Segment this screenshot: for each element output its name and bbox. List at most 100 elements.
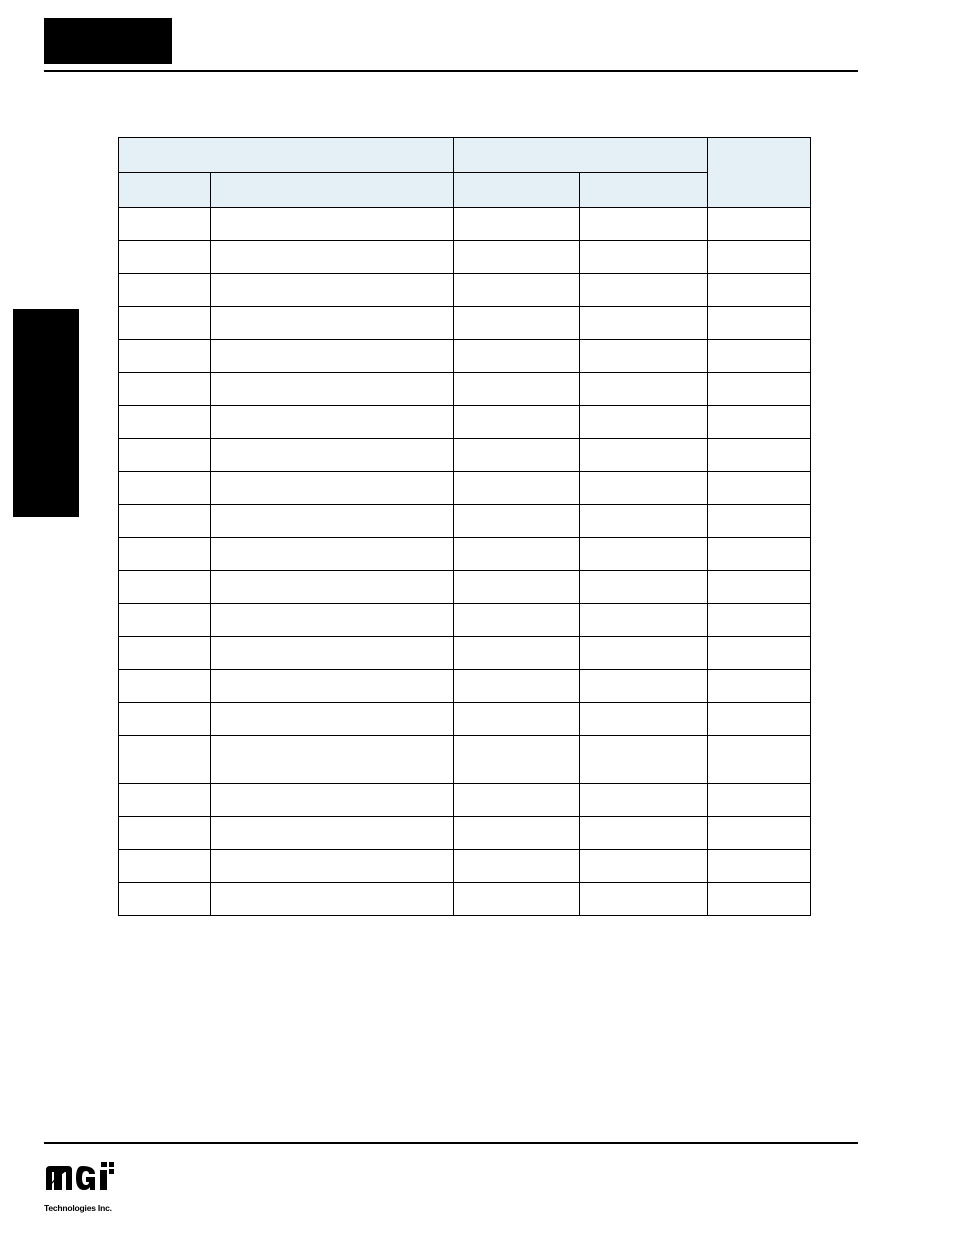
table-cell bbox=[211, 538, 454, 571]
table-cell bbox=[708, 307, 811, 340]
table-cell bbox=[580, 373, 708, 406]
table-header-last bbox=[708, 138, 811, 208]
table-row bbox=[119, 274, 811, 307]
table-row bbox=[119, 817, 811, 850]
table-cell bbox=[119, 784, 211, 817]
brand-logo-sub: Technologies Inc. bbox=[44, 1203, 126, 1213]
table-cell bbox=[119, 850, 211, 883]
table-cell bbox=[211, 373, 454, 406]
table-cell bbox=[211, 406, 454, 439]
table-cell bbox=[211, 883, 454, 916]
table-cell bbox=[211, 439, 454, 472]
table-cell bbox=[211, 274, 454, 307]
table-cell bbox=[119, 340, 211, 373]
table-cell bbox=[211, 604, 454, 637]
table-cell bbox=[119, 208, 211, 241]
side-tab bbox=[13, 309, 79, 517]
table-cell bbox=[454, 406, 580, 439]
table-row bbox=[119, 571, 811, 604]
table-cell bbox=[119, 274, 211, 307]
table-row bbox=[119, 604, 811, 637]
table-cell bbox=[119, 538, 211, 571]
table-cell bbox=[119, 373, 211, 406]
table-col-1 bbox=[211, 173, 454, 208]
data-table bbox=[118, 137, 811, 916]
table-cell bbox=[454, 703, 580, 736]
table-cell bbox=[454, 340, 580, 373]
table-cell bbox=[580, 274, 708, 307]
table-cell bbox=[119, 406, 211, 439]
table-cell bbox=[454, 208, 580, 241]
table-cell bbox=[708, 439, 811, 472]
table-cell bbox=[211, 307, 454, 340]
table-cell bbox=[119, 604, 211, 637]
table-cell bbox=[580, 307, 708, 340]
table-row bbox=[119, 736, 811, 784]
table-row bbox=[119, 406, 811, 439]
table-cell bbox=[119, 703, 211, 736]
table-cell bbox=[454, 505, 580, 538]
table-cell bbox=[119, 736, 211, 784]
table-cell bbox=[580, 784, 708, 817]
table-row bbox=[119, 208, 811, 241]
table-cell bbox=[454, 670, 580, 703]
table-row bbox=[119, 637, 811, 670]
table-cell bbox=[708, 604, 811, 637]
table-cell bbox=[708, 340, 811, 373]
table-cell bbox=[580, 439, 708, 472]
table-cell bbox=[580, 571, 708, 604]
table-cell bbox=[119, 241, 211, 274]
table-cell bbox=[211, 571, 454, 604]
table-row bbox=[119, 307, 811, 340]
table-cell bbox=[211, 505, 454, 538]
table-row bbox=[119, 883, 811, 916]
table-cell bbox=[119, 505, 211, 538]
table-cell bbox=[454, 736, 580, 784]
table-cell bbox=[454, 883, 580, 916]
table-cell bbox=[211, 784, 454, 817]
table-cell bbox=[119, 472, 211, 505]
table-cell bbox=[454, 274, 580, 307]
table-cell bbox=[708, 703, 811, 736]
table-cell bbox=[211, 472, 454, 505]
table-col-2 bbox=[454, 173, 580, 208]
table-cell bbox=[580, 817, 708, 850]
table-cell bbox=[708, 850, 811, 883]
table-row bbox=[119, 241, 811, 274]
table-cell bbox=[708, 571, 811, 604]
table-cell bbox=[708, 208, 811, 241]
table-cell bbox=[580, 883, 708, 916]
table-cell bbox=[708, 406, 811, 439]
table-cell bbox=[454, 784, 580, 817]
table-header-group-right bbox=[454, 138, 708, 173]
table-cell bbox=[211, 736, 454, 784]
table-cell bbox=[580, 736, 708, 784]
table-cell bbox=[454, 472, 580, 505]
table-header-group-left bbox=[119, 138, 454, 173]
table-row bbox=[119, 703, 811, 736]
table-cell bbox=[580, 670, 708, 703]
table-cell bbox=[708, 274, 811, 307]
table-cell bbox=[580, 472, 708, 505]
table-cell bbox=[708, 670, 811, 703]
table-cell bbox=[580, 505, 708, 538]
table-row bbox=[119, 373, 811, 406]
table-cell bbox=[454, 604, 580, 637]
table-cell bbox=[580, 208, 708, 241]
table-cell bbox=[454, 817, 580, 850]
header-block bbox=[44, 18, 172, 64]
table-cell bbox=[211, 817, 454, 850]
table-cell bbox=[119, 571, 211, 604]
table-cell bbox=[454, 307, 580, 340]
table-cell bbox=[580, 703, 708, 736]
table-row bbox=[119, 850, 811, 883]
brand-logo: Technologies Inc. bbox=[44, 1160, 126, 1213]
table-cell bbox=[454, 538, 580, 571]
table-cell bbox=[211, 850, 454, 883]
header-rule bbox=[44, 70, 858, 72]
table-cell bbox=[708, 538, 811, 571]
table-cell bbox=[119, 439, 211, 472]
table-cell bbox=[580, 241, 708, 274]
table-row bbox=[119, 538, 811, 571]
table-row bbox=[119, 784, 811, 817]
